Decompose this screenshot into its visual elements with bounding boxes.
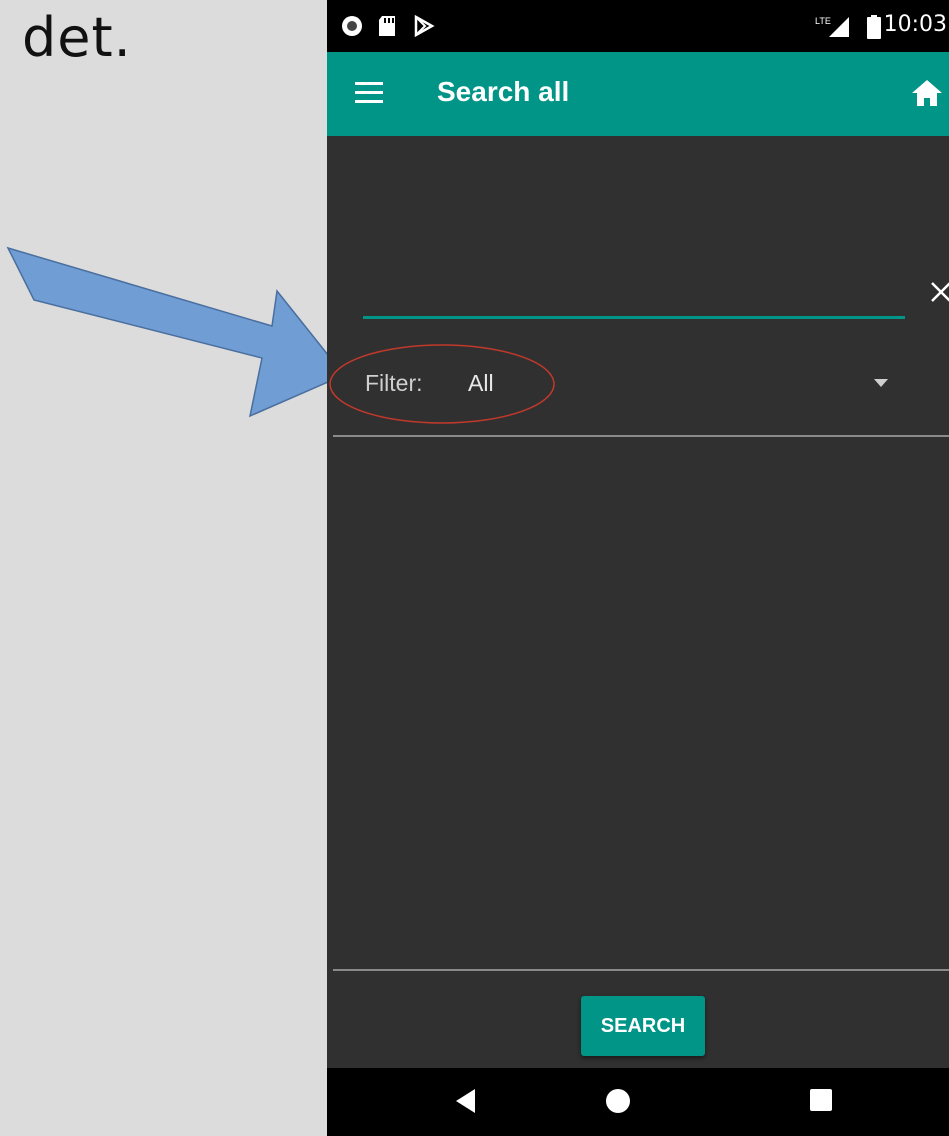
search-input[interactable] bbox=[363, 266, 905, 319]
close-icon[interactable] bbox=[929, 280, 949, 304]
app-bar: Search all bbox=[327, 52, 949, 136]
system-nav-bar bbox=[327, 1068, 949, 1136]
page-title: Search all bbox=[437, 76, 570, 107]
status-bar: LTE 10:03 bbox=[327, 0, 949, 52]
caret-down-icon[interactable] bbox=[874, 379, 888, 387]
annotation-caption: det. bbox=[22, 6, 132, 69]
status-time: 10:03 bbox=[883, 12, 947, 37]
home-icon[interactable] bbox=[911, 78, 943, 108]
results-list bbox=[333, 438, 949, 968]
lte-signal-icon: LTE bbox=[815, 16, 849, 37]
search-button[interactable]: SEARCH bbox=[581, 996, 705, 1056]
annotation-ellipse bbox=[329, 344, 555, 424]
home-circle-icon[interactable] bbox=[605, 1088, 631, 1114]
hamburger-menu-icon[interactable] bbox=[355, 80, 383, 106]
divider-bottom bbox=[333, 969, 949, 971]
divider-top bbox=[333, 435, 949, 437]
back-icon[interactable] bbox=[455, 1088, 477, 1114]
annotation-arrow bbox=[6, 246, 346, 418]
phone-screen: LTE 10:03 Search all Filter: All SEARCH bbox=[327, 0, 949, 1136]
sd-card-icon bbox=[379, 16, 395, 36]
recents-icon[interactable] bbox=[809, 1088, 833, 1112]
play-store-icon bbox=[414, 15, 435, 37]
record-icon bbox=[342, 16, 362, 36]
battery-icon bbox=[867, 15, 881, 39]
svg-text:LTE: LTE bbox=[815, 16, 831, 26]
